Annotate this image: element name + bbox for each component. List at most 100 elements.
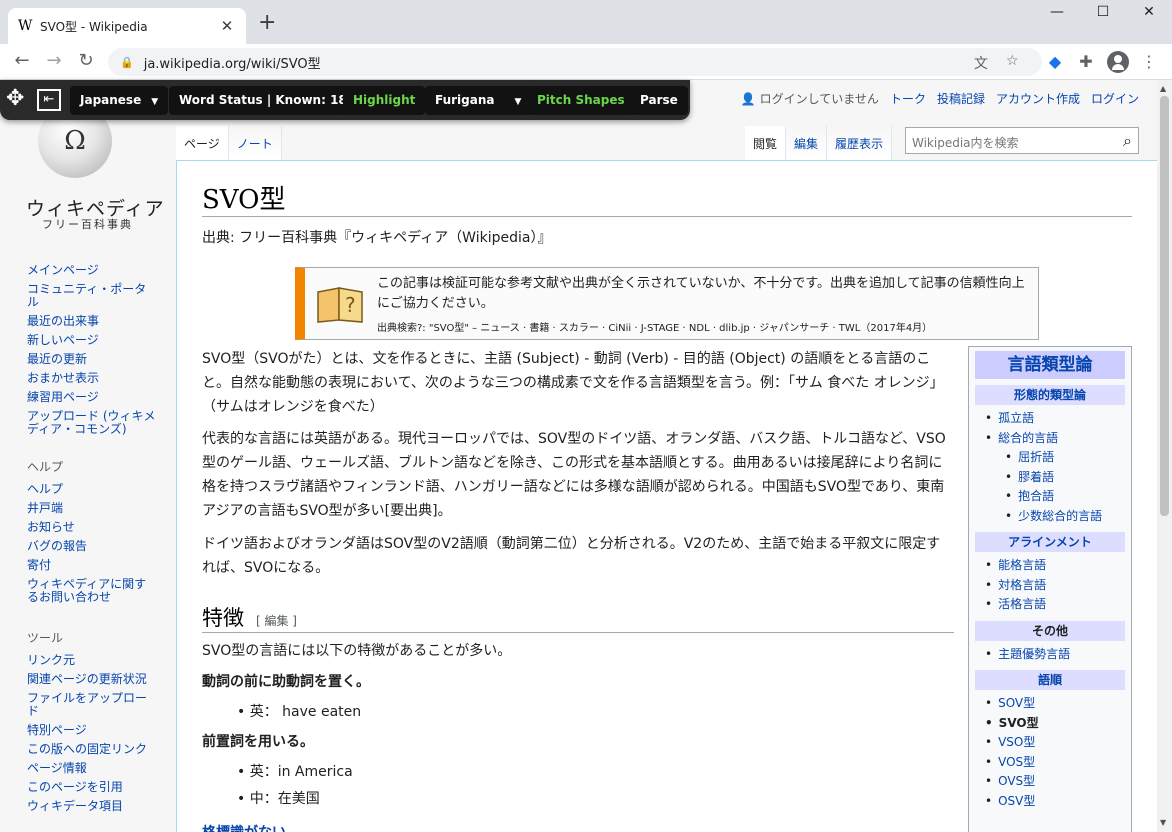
sidebar-item[interactable]: 最近の更新 xyxy=(27,353,157,366)
sidebar-item[interactable]: メインページ xyxy=(27,264,157,277)
sidebar-item[interactable]: 寄付 xyxy=(27,559,157,572)
scrollbar-thumb[interactable] xyxy=(1160,96,1169,516)
navbox-title[interactable]: 言語類型論 xyxy=(975,351,1125,379)
navbox-item[interactable]: OSV型 xyxy=(985,792,1127,812)
navbox-item[interactable]: VSO型 xyxy=(985,733,1127,753)
profile-avatar-icon[interactable] xyxy=(1107,51,1129,73)
parse-button[interactable]: Parse xyxy=(630,86,688,115)
list-item: • 中：在美国 xyxy=(237,791,320,807)
navbox-item[interactable]: SOV型 xyxy=(985,694,1127,714)
sidebar-item[interactable]: お知らせ xyxy=(27,521,157,534)
sidebar-item[interactable]: コミュニティ・ポータル xyxy=(27,283,157,309)
navbox-heading-word-order[interactable]: 語順 xyxy=(975,670,1125,690)
navbox-list-morphology: 孤立語 総合的言語 屈折語 膠着語 抱合語 少数総合的言語 xyxy=(973,409,1127,526)
sidebar-item[interactable]: このページを引用 xyxy=(27,781,157,794)
navbox-heading-alignment[interactable]: アラインメント xyxy=(975,532,1125,552)
scroll-down-icon[interactable]: ▼ xyxy=(1160,818,1166,827)
sidebar-item[interactable]: この版への固定リンク xyxy=(27,743,157,756)
sidebar-item[interactable]: 井戸端 xyxy=(27,502,157,515)
tab-page[interactable]: ページ xyxy=(176,126,229,160)
talk-link[interactable]: トーク xyxy=(890,90,926,107)
extensions-puzzle-icon[interactable]: ✚ xyxy=(1075,52,1097,71)
forward-icon[interactable]: → xyxy=(42,50,66,71)
navbox-item[interactable]: 少数総合的言語 xyxy=(985,507,1127,527)
url-text: ja.wikipedia.org/wiki/SVO型 xyxy=(143,56,321,72)
sidebar-item[interactable]: アップロード (ウィキメディア・コモンズ) xyxy=(27,410,157,436)
address-bar[interactable]: 🔒 ja.wikipedia.org/wiki/SVO型 文 ☆ xyxy=(108,48,1042,76)
tab-talk[interactable]: ノート xyxy=(228,126,282,160)
sidebar-item[interactable]: 練習用ページ xyxy=(27,391,157,404)
navbox-item[interactable]: 屈折語 xyxy=(985,448,1127,468)
pitch-shapes-button[interactable]: Pitch Shapes xyxy=(527,86,635,115)
page-scrollbar[interactable]: ▲ ▼ xyxy=(1157,80,1172,832)
close-window-button[interactable]: ✕ xyxy=(1126,4,1172,20)
tab-strip: W SVO型 - Wikipedia ✕ + — ☐ ✕ xyxy=(0,0,1172,44)
paragraph-intro: SVO型（SVOがた）とは、文を作るときに、主語 (Subject) - 動詞 … xyxy=(202,351,944,415)
scroll-up-icon[interactable]: ▲ xyxy=(1160,84,1166,93)
search-placeholder: Wikipedia内を検索 xyxy=(912,136,1019,150)
sidebar-item[interactable]: 新しいページ xyxy=(27,334,157,347)
search-input[interactable]: Wikipedia内を検索 ⌕ xyxy=(905,127,1139,154)
sidebar-item[interactable]: ウィキペディアに関するお問い合わせ xyxy=(27,578,157,604)
create-account-link[interactable]: アカウント作成 xyxy=(996,90,1080,107)
language-value: Japanese xyxy=(80,93,142,107)
login-link[interactable]: ログイン xyxy=(1091,90,1139,107)
contributions-link[interactable]: 投稿記録 xyxy=(937,90,985,107)
browser-tab[interactable]: W SVO型 - Wikipedia ✕ xyxy=(8,8,246,44)
navbox-item[interactable]: 対格言語 xyxy=(985,576,1127,596)
navbox-heading-morphology[interactable]: 形態的類型論 xyxy=(975,385,1125,405)
reload-icon[interactable]: ↻ xyxy=(74,50,98,71)
search-icon[interactable]: ⌕ xyxy=(1123,131,1132,151)
dock-left-icon[interactable]: ⇤ xyxy=(37,89,61,111)
back-icon[interactable]: ← xyxy=(10,50,34,71)
sidebar-item[interactable]: 最近の出来事 xyxy=(27,315,157,328)
navbox-item[interactable]: 総合的言語 xyxy=(985,429,1127,449)
new-tab-button[interactable]: + xyxy=(258,12,276,34)
feature-no-case: 格標識がない。 xyxy=(202,821,954,832)
sidebar-item[interactable]: 関連ページの更新状況 xyxy=(27,673,157,686)
minimize-button[interactable]: — xyxy=(1034,4,1080,20)
navbox-item[interactable]: 主題優勢言語 xyxy=(985,645,1127,665)
move-handle-icon[interactable]: ✥ xyxy=(6,88,24,110)
section-edit-link[interactable]: [ 編集 ] xyxy=(256,614,297,628)
navbox-item[interactable]: VOS型 xyxy=(985,753,1127,773)
browser-toolbar: ← → ↻ 🔒 ja.wikipedia.org/wiki/SVO型 文 ☆ ◆… xyxy=(0,44,1172,80)
highlight-button[interactable]: Highlight xyxy=(343,86,426,115)
navbox-item[interactable]: 抱合語 xyxy=(985,487,1127,507)
wikipedia-favicon-icon: W xyxy=(18,18,33,34)
sidebar-help: ヘルプ ヘルプ 井戸端 お知らせ バグの報告 寄付 ウィキペディアに関するお問い… xyxy=(27,458,157,610)
navbox-item[interactable]: 膠着語 xyxy=(985,468,1127,488)
language-select[interactable]: Japanese ▼ xyxy=(70,86,169,115)
tab-edit[interactable]: 編集 xyxy=(786,126,828,160)
menu-kebab-icon[interactable]: ⋮ xyxy=(1138,52,1160,71)
chevron-down-icon: ▼ xyxy=(151,97,159,107)
sidebar-item[interactable]: ヘルプ xyxy=(27,483,157,496)
navbox-item[interactable]: 能格言語 xyxy=(985,556,1127,576)
sidebar-item[interactable]: ページ情報 xyxy=(27,762,157,775)
navbox-item[interactable]: OVS型 xyxy=(985,772,1127,792)
sidebar-heading-help: ヘルプ xyxy=(27,460,64,474)
source-search-links[interactable]: 出典検索?: "SVO型" – ニュース · 書籍 · スカラー · CiNii… xyxy=(377,319,932,334)
tab-history[interactable]: 履歴表示 xyxy=(827,126,893,160)
translate-icon[interactable]: 文 xyxy=(974,53,988,73)
paragraph-v2: ドイツ語およびオランダ語はSOV型のV2語順（動詞第二位）と分析される。V2のた… xyxy=(202,536,941,576)
sidebar-item[interactable]: バグの報告 xyxy=(27,540,157,553)
maximize-button[interactable]: ☐ xyxy=(1080,4,1126,20)
bookmark-star-icon[interactable]: ☆ xyxy=(1006,53,1019,69)
navbox-item[interactable]: 孤立語 xyxy=(985,409,1127,429)
sidebar-item[interactable]: リンク元 xyxy=(27,654,157,667)
sidebar-item[interactable]: おまかせ表示 xyxy=(27,372,157,385)
article-content: SVO型 出典: フリー百科事典『ウィキペディア（Wikipedia）』 ? こ… xyxy=(176,160,1157,832)
sidebar-item[interactable]: ファイルをアップロード xyxy=(27,692,157,718)
sidebar-item[interactable]: ウィキデータ項目 xyxy=(27,800,157,813)
title-divider xyxy=(202,216,1132,217)
navbox-item[interactable]: 活格言語 xyxy=(985,595,1127,615)
section-heading-features: 特徴 [ 編集 ] xyxy=(202,602,297,632)
extension-icon[interactable]: ◆ xyxy=(1044,52,1066,71)
lock-icon: 🔒 xyxy=(120,55,134,69)
tab-close-icon[interactable]: ✕ xyxy=(218,17,236,35)
furigana-select[interactable]: Furigana ▼ xyxy=(425,86,532,115)
sidebar-item[interactable]: 特別ページ xyxy=(27,724,157,737)
personal-tools: 👤 ログインしていません トーク 投稿記録 アカウント作成 ログイン xyxy=(730,90,1139,107)
tab-read[interactable]: 閲覧 xyxy=(745,126,787,160)
